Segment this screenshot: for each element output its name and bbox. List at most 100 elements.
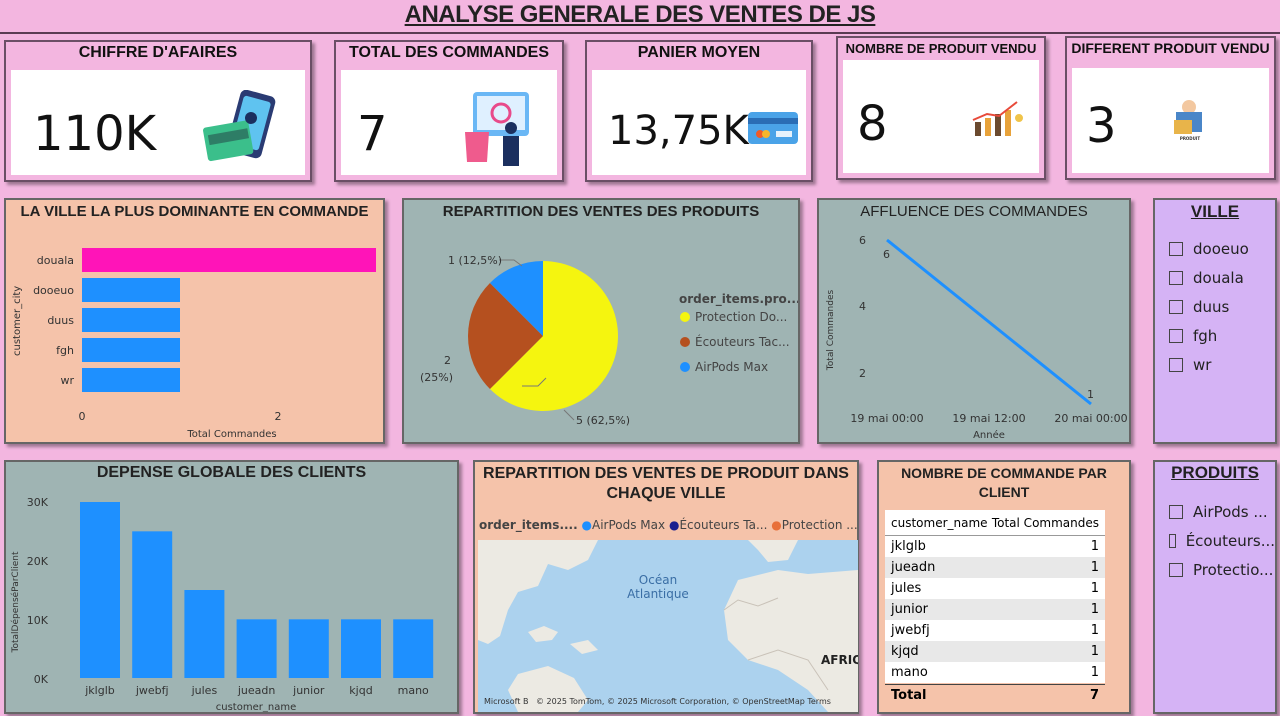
kpi-card-distinct-products[interactable]: DIFFERENT PRODUIT VENDU 3 PRODUIT [1065, 36, 1276, 180]
checkbox[interactable] [1169, 328, 1183, 343]
produits-slicer[interactable]: PRODUITS AirPods ... Écouteurs... Protec… [1153, 460, 1277, 714]
slicer-item-label: Écouteurs... [1185, 531, 1275, 550]
pie-slice-label: 5 (62,5%) [576, 414, 630, 427]
checkbox[interactable] [1169, 299, 1183, 314]
pie-chart-panel[interactable]: REPARTITION DES VENTES DES PRODUITS 5 (6… [402, 198, 800, 444]
kpi-value: 3 [1086, 98, 1117, 154]
checkbox[interactable] [1169, 241, 1183, 256]
spend-bar[interactable] [288, 619, 329, 678]
x-tick-label: jueadn [237, 684, 276, 697]
slicer-item-duus[interactable]: duus [1169, 292, 1275, 321]
cell-name: kjqd [885, 641, 1047, 662]
table-row[interactable]: junior 1 [885, 599, 1105, 620]
line-chart-panel[interactable]: AFFLUENCE DES COMMANDES Total Commandes … [817, 198, 1131, 444]
table-row[interactable]: jwebfj 1 [885, 620, 1105, 641]
kpi-body: 8 [843, 60, 1039, 173]
kpi-card-revenue[interactable]: CHIFFRE D'AFAIRES 110K [4, 40, 312, 182]
spend-bar[interactable] [393, 619, 434, 678]
column-header[interactable]: Total Commandes [992, 516, 1099, 530]
table-row[interactable]: kjqd 1 [885, 641, 1105, 662]
kpi-body: 3 PRODUIT [1072, 68, 1269, 173]
slicer-item-label: douala [1193, 268, 1244, 287]
table-row[interactable]: mano 1 [885, 662, 1105, 683]
legend-item[interactable]: Protection Do... [695, 310, 787, 324]
line-series[interactable] [886, 238, 1092, 406]
city-bar-chart: customer_city Total Commandes 0 2 douala… [12, 248, 376, 440]
legend-dot-icon: ● [581, 518, 592, 532]
x-tick-label: 19 mai 00:00 [850, 412, 923, 425]
legend-item[interactable]: Écouteurs Tac... [695, 334, 790, 349]
shopping-screen-icon [465, 92, 529, 166]
legend-dot-icon: ● [668, 518, 680, 532]
cell-value: 1 [1090, 623, 1099, 638]
slicer-item-airpods[interactable]: AirPods ... [1169, 497, 1275, 526]
table-row[interactable]: jueadn 1 [885, 557, 1105, 578]
map-panel[interactable]: REPARTITION DES VENTES DE PRODUIT DANS C… [473, 460, 859, 714]
orders-table-panel[interactable]: NOMBRE DE COMMANDE PAR CLIENT customer_n… [877, 460, 1131, 714]
table-row[interactable]: jules 1 [885, 578, 1105, 599]
city-bar[interactable] [82, 248, 376, 272]
y-tick-label: dooeuo [33, 284, 74, 297]
x-axis-label: Année [973, 429, 1005, 441]
kpi-value: 7 [357, 106, 388, 162]
kpi-title: NOMBRE DE PRODUIT VENDU [845, 41, 1037, 56]
y-tick-label: 10K [27, 614, 49, 627]
checkbox[interactable] [1169, 533, 1176, 548]
table-body: jklglb 1 jueadn 1 jules 1 junior 1 jwebfj 1 kjqd 1 m… [885, 536, 1105, 683]
spend-chart-panel[interactable]: DEPENSE GLOBALE DES CLIENTS TotalDépensé… [4, 460, 459, 714]
city-bar[interactable] [82, 338, 180, 362]
cell-name: jules [891, 581, 922, 596]
map-copyright[interactable]: © 2025 TomTom, © 2025 Microsoft Corporat… [536, 697, 831, 706]
spend-bar[interactable] [80, 502, 120, 678]
column-header[interactable]: customer_name [891, 516, 988, 530]
kpi-card-products-sold[interactable]: NOMBRE DE PRODUIT VENDU 8 [836, 36, 1046, 180]
checkbox[interactable] [1169, 562, 1183, 577]
city-chart-panel[interactable]: LA VILLE LA PLUS DOMINANTE EN COMMANDE c… [4, 198, 385, 444]
slicer-item-wr[interactable]: wr [1169, 350, 1275, 379]
x-tick-label: 19 mai 12:00 [952, 412, 1025, 425]
slicer-item-dooeuo[interactable]: dooeuo [1169, 234, 1275, 263]
cell-value: 1 [1046, 641, 1105, 662]
slicer-title: PRODUITS [1171, 463, 1259, 482]
world-map[interactable]: Océan Atlantique AFRIQU Microsoft B © 20… [478, 540, 858, 712]
slicer-item-fgh[interactable]: fgh [1169, 321, 1275, 350]
y-tick-label: douala [37, 254, 74, 267]
product-box-icon: PRODUIT [1174, 100, 1202, 141]
spend-bar[interactable] [236, 619, 277, 678]
ocean-label: Océan [639, 573, 677, 587]
city-bar[interactable] [82, 308, 180, 332]
slicer-item-ecouteurs[interactable]: Écouteurs... [1169, 526, 1275, 555]
city-bar[interactable] [82, 368, 180, 392]
continent-label: AFRIQU [821, 653, 858, 667]
y-tick-label: 20K [27, 555, 49, 568]
spend-bar[interactable] [341, 619, 381, 678]
cell-value: 1 [1046, 599, 1105, 620]
chart-title: REPARTITION DES VENTES DE PRODUIT DANS C… [483, 465, 849, 502]
y-axis-label: Total Commandes [826, 290, 836, 372]
checkbox[interactable] [1169, 357, 1183, 372]
kpi-value: 110K [33, 106, 157, 162]
cell-value: 1 [1090, 539, 1099, 554]
ville-slicer[interactable]: VILLE dooeuo douala duus fgh wr [1153, 198, 1277, 444]
slicer-item-protection[interactable]: Protectio... [1169, 555, 1275, 584]
product-pie-chart: 5 (62,5%) 2 (25%) 1 (12,5%) order_items.… [420, 254, 798, 427]
kpi-title: DIFFERENT PRODUIT VENDU [1071, 40, 1270, 56]
spend-bar[interactable] [132, 531, 173, 678]
kpi-card-orders[interactable]: TOTAL DES COMMANDES 7 [334, 40, 564, 182]
kpi-value: 8 [857, 96, 888, 152]
kpi-card-basket[interactable]: PANIER MOYEN 13,75K [585, 40, 813, 182]
city-bar[interactable] [82, 278, 180, 302]
slicer-item-label: Protectio... [1193, 560, 1274, 579]
map-logo: Microsoft B [484, 697, 528, 706]
slicer-item-douala[interactable]: douala [1169, 263, 1275, 292]
slicer-list: AirPods ... Écouteurs... Protectio... [1155, 483, 1275, 584]
chart-title: LA VILLE LA PLUS DOMINANTE EN COMMANDE [20, 203, 369, 220]
table-row[interactable]: jklglb 1 [885, 536, 1105, 557]
legend-item[interactable]: AirPods Max [695, 360, 768, 374]
checkbox[interactable] [1169, 504, 1183, 519]
kpi-title: TOTAL DES COMMANDES [348, 44, 549, 61]
orders-table[interactable]: customer_name Total Commandes jklglb 1 jue… [885, 510, 1105, 683]
checkbox[interactable] [1169, 270, 1183, 285]
spend-bar[interactable] [184, 590, 225, 678]
y-tick-label: 4 [859, 300, 866, 313]
